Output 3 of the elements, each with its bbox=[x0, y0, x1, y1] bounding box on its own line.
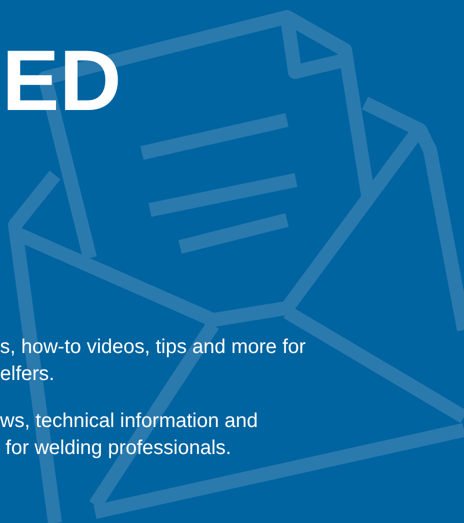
heading: ED bbox=[2, 38, 122, 124]
description-text: ws, technical information and for welding professionals. bbox=[0, 409, 258, 461]
description-text: s, how-to videos, tips and more for elfers. bbox=[0, 335, 306, 387]
